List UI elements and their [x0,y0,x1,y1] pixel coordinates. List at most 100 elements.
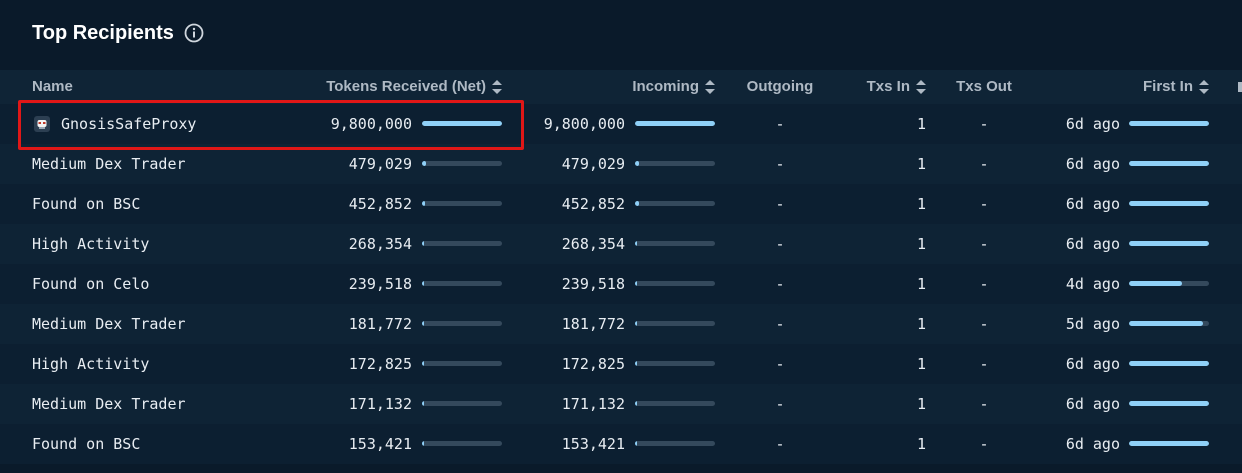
column-header-txs-out[interactable]: Txs Out [940,70,1028,104]
recipient-name[interactable]: High Activity [32,224,149,264]
tokens-received-bar [422,121,502,126]
tokens-received-value: 153,421 [348,435,412,453]
recipient-name[interactable]: Found on Celo [32,264,149,304]
outgoing-value: - [775,395,785,413]
header-overflow-marker [1238,82,1242,92]
incoming-value: 239,518 [561,275,625,293]
txs-in-value: 1 [916,395,926,413]
incoming-bar [635,201,715,206]
first-in-bar [1129,441,1209,446]
recipient-name[interactable]: Medium Dex Trader [32,304,186,344]
table-row[interactable]: GnosisSafeProxy 9,800,000 9,800,000 - 1 … [0,104,1242,144]
first-in-bar [1129,401,1209,406]
sort-icon[interactable] [916,80,926,94]
first-in-bar [1129,321,1209,326]
outgoing-value: - [775,115,785,133]
tokens-received-value: 452,852 [348,195,412,213]
txs-out-value: - [979,275,989,293]
table-row[interactable]: High Activity 172,825 172,825 - 1 - 6d a… [0,344,1242,384]
outgoing-value: - [775,195,785,213]
incoming-bar [635,241,715,246]
txs-out-value: - [979,435,989,453]
txs-out-value: - [979,315,989,333]
sort-icon[interactable] [705,80,715,94]
tokens-received-value: 181,772 [348,315,412,333]
safe-avatar-icon [34,116,50,132]
txs-in-value: 1 [916,275,926,293]
recipient-name[interactable]: Medium Dex Trader [32,144,186,184]
txs-out-value: - [979,195,989,213]
sort-icon[interactable] [1199,80,1209,94]
txs-out-value: - [979,235,989,253]
first-in-value: 6d ago [1065,195,1120,213]
table-row[interactable]: Found on BSC 452,852 452,852 - 1 - 6d ag… [0,184,1242,224]
first-in-value: 5d ago [1065,315,1120,333]
tokens-received-value: 268,354 [348,235,412,253]
incoming-bar [635,441,715,446]
sort-icon[interactable] [492,80,502,94]
tokens-received-bar [422,161,502,166]
column-header-incoming[interactable]: Incoming [560,70,715,104]
column-header-first-in[interactable]: First In [1080,70,1209,104]
table-row[interactable]: Medium Dex Trader 479,029 479,029 - 1 - … [0,144,1242,184]
first-in-value: 6d ago [1065,395,1120,413]
incoming-bar [635,161,715,166]
first-in-bar [1129,361,1209,366]
outgoing-value: - [775,315,785,333]
info-icon[interactable] [184,23,204,43]
recipient-name[interactable]: Medium Dex Trader [32,384,186,424]
incoming-value: 153,421 [561,435,625,453]
incoming-bar [635,361,715,366]
column-header-tokens-received[interactable]: Tokens Received (Net) [280,70,502,104]
txs-in-value: 1 [916,315,926,333]
table-row[interactable]: High Activity 268,354 268,354 - 1 - 6d a… [0,224,1242,264]
incoming-value: 268,354 [561,235,625,253]
tokens-received-bar [422,401,502,406]
recipient-name[interactable]: High Activity [32,344,149,384]
txs-in-value: 1 [916,115,926,133]
tokens-received-bar [422,361,502,366]
first-in-value: 6d ago [1065,355,1120,373]
txs-out-value: - [979,355,989,373]
column-header-name[interactable]: Name [32,70,73,104]
outgoing-value: - [775,435,785,453]
outgoing-value: - [775,275,785,293]
tokens-received-value: 239,518 [348,275,412,293]
tokens-received-bar [422,241,502,246]
table-row[interactable]: Medium Dex Trader 181,772 181,772 - 1 - … [0,304,1242,344]
txs-out-value: - [979,395,989,413]
incoming-value: 172,825 [561,355,625,373]
incoming-bar [635,401,715,406]
tokens-received-bar [422,441,502,446]
incoming-bar [635,281,715,286]
txs-in-value: 1 [916,435,926,453]
first-in-bar [1129,241,1209,246]
panel-title-text: Top Recipients [32,21,174,44]
column-header-outgoing[interactable]: Outgoing [730,70,830,104]
first-in-value: 6d ago [1065,435,1120,453]
recipient-name[interactable]: Found on BSC [32,184,140,224]
txs-in-value: 1 [916,355,926,373]
recipient-name[interactable]: GnosisSafeProxy [61,104,196,144]
incoming-value: 479,029 [561,155,625,173]
first-in-bar [1129,201,1209,206]
first-in-bar [1129,161,1209,166]
table-row[interactable]: Found on BSC 153,421 153,421 - 1 - 6d ag… [0,424,1242,464]
first-in-bar [1129,121,1209,126]
outgoing-value: - [775,235,785,253]
first-in-value: 6d ago [1065,115,1120,133]
outgoing-value: - [775,355,785,373]
table-row[interactable]: Found on Celo 239,518 239,518 - 1 - 4d a… [0,264,1242,304]
txs-in-value: 1 [916,235,926,253]
recipient-name[interactable]: Found on BSC [32,424,140,464]
txs-out-value: - [979,115,989,133]
table-header: Name Tokens Received (Net) Incoming Outg… [0,70,1242,104]
table-row[interactable]: Medium Dex Trader 171,132 171,132 - 1 - … [0,384,1242,424]
panel-title: Top Recipients [32,20,204,46]
column-header-txs-in[interactable]: Txs In [840,70,926,104]
first-in-value: 6d ago [1065,155,1120,173]
tokens-received-value: 479,029 [348,155,412,173]
first-in-value: 6d ago [1065,235,1120,253]
incoming-value: 171,132 [561,395,625,413]
txs-in-value: 1 [916,195,926,213]
